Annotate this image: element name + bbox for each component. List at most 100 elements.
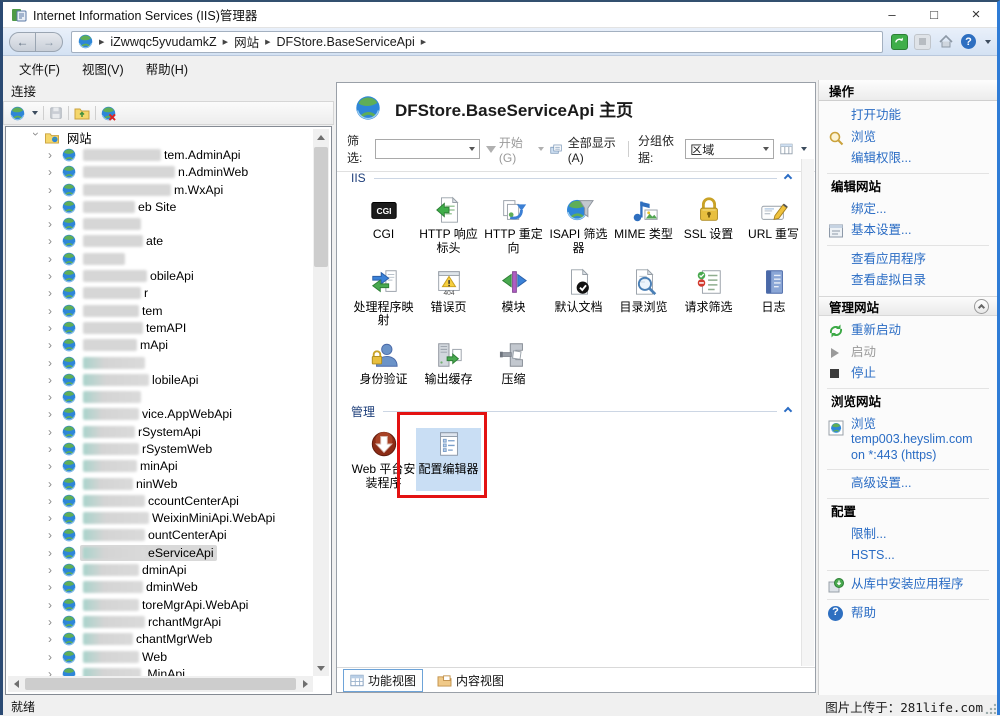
tree-site-row[interactable]: › <box>8 215 313 232</box>
expand-chevron-icon[interactable]: › <box>48 286 60 300</box>
basic-settings-link[interactable]: 基本设置... <box>819 220 997 242</box>
site-name-suffix[interactable]: rSystemWeb <box>142 442 212 456</box>
tree-site-row[interactable]: › <box>8 250 313 267</box>
expand-chevron-icon[interactable]: › <box>48 165 60 179</box>
expand-chevron-icon[interactable]: › <box>48 494 60 508</box>
tree-root-websites[interactable]: › 网站 <box>8 129 313 146</box>
feature-ssl-settings[interactable]: SSL 设置 <box>676 193 741 256</box>
tree-site-row[interactable]: › vice.AppWebApi <box>8 406 313 423</box>
site-name-suffix[interactable]: lobileApi <box>152 373 199 387</box>
tree-site-row[interactable]: › lobileApi <box>8 371 313 388</box>
delete-connection-icon[interactable] <box>101 106 116 121</box>
tree-site-row[interactable]: › temAPI <box>8 319 313 336</box>
browse-link[interactable]: 浏览 <box>819 127 997 149</box>
tree-site-row[interactable]: › rSystemWeb <box>8 440 313 457</box>
tree-site-row[interactable]: › chantMgrWeb <box>8 631 313 648</box>
tree-site-row[interactable]: › dminApi <box>8 561 313 578</box>
expand-chevron-icon[interactable]: › <box>48 252 60 266</box>
site-name-suffix[interactable]: dminWeb <box>146 580 198 594</box>
feature-modules[interactable]: 模块 <box>481 266 546 329</box>
site-name-suffix[interactable]: n.AdminWeb <box>178 165 248 179</box>
crumb-label[interactable]: 网站 <box>234 32 259 51</box>
tree-site-row[interactable]: › ninWeb <box>8 475 313 492</box>
tree-site-row[interactable]: › Web <box>8 648 313 665</box>
tree-site-row[interactable]: › toreMgrApi.WebApi <box>8 596 313 613</box>
tree-site-row[interactable]: › ate <box>8 233 313 250</box>
view-virtual-directories-link[interactable]: 查看虚拟目录 <box>819 270 997 292</box>
tree-site-row[interactable]: › obileApi <box>8 267 313 284</box>
site-name-suffix[interactable]: tem.AdminApi <box>164 148 241 162</box>
expand-chevron-icon[interactable]: › <box>48 546 60 560</box>
menu-item[interactable]: 文件(F) <box>19 59 60 78</box>
feature-mime-types[interactable]: MIME 类型 <box>611 193 676 256</box>
tree-site-row[interactable]: › mApi <box>8 337 313 354</box>
tree-site-row[interactable]: › ccountCenterApi <box>8 492 313 509</box>
show-all-icon[interactable] <box>550 143 562 156</box>
view-style-icon[interactable] <box>780 142 793 156</box>
install-from-gallery-link[interactable]: 从库中安装应用程序 <box>819 574 997 596</box>
expand-chevron-icon[interactable]: › <box>48 234 60 248</box>
feature-web-platform-installer[interactable]: Web 平台安装程序 <box>351 428 416 491</box>
view-style-dropdown-icon[interactable] <box>801 147 807 151</box>
breadcrumb-segment[interactable]: ▶ DFStore.BaseServiceApi <box>265 35 415 49</box>
feature-logging[interactable]: 日志 <box>741 266 801 329</box>
scroll-left-icon[interactable] <box>10 678 22 690</box>
site-name-suffix[interactable]: mApi <box>140 338 168 352</box>
site-name-suffix[interactable]: ninWeb <box>136 477 177 491</box>
feature-configuration-editor[interactable]: 配置编辑器 <box>416 428 481 491</box>
help-dropdown-icon[interactable] <box>985 40 991 44</box>
breadcrumb-segment[interactable]: ▶ iZwwqc5yvudamkZ <box>99 35 217 49</box>
tree-site-row[interactable]: › <box>8 388 313 405</box>
minimize-button[interactable]: – <box>871 2 913 28</box>
site-name-suffix[interactable]: Web <box>142 650 167 664</box>
tree-site-row[interactable]: › ountCenterApi <box>8 527 313 544</box>
group-by-select[interactable]: 区域 <box>685 139 774 159</box>
site-name-suffix[interactable]: eb Site <box>138 200 176 214</box>
feature-cgi[interactable]: CGI CGI <box>351 193 416 256</box>
hsts-link[interactable]: HSTS... <box>819 545 997 567</box>
expand-chevron-icon[interactable]: › <box>48 321 60 335</box>
site-name-suffix[interactable]: tem <box>142 304 163 318</box>
bindings-link[interactable]: 绑定... <box>819 199 997 221</box>
crumb-label[interactable]: DFStore.BaseServiceApi <box>276 35 414 49</box>
site-name-suffix[interactable]: ccountCenterApi <box>148 494 239 508</box>
expand-chevron-icon[interactable]: › <box>48 477 60 491</box>
site-name-suffix[interactable]: WeixinMiniApi.WebApi <box>152 511 275 525</box>
filter-input[interactable] <box>375 139 480 159</box>
feature-isapi-filters[interactable]: ISAPI 筛选器 <box>546 193 611 256</box>
expand-chevron-icon[interactable]: › <box>48 200 60 214</box>
features-scrollbar[interactable] <box>801 159 814 666</box>
home-icon[interactable] <box>937 34 954 50</box>
tree-site-row[interactable]: › rSystemApi <box>8 423 313 440</box>
edit-permissions-link[interactable]: 编辑权限... <box>819 148 997 170</box>
site-name-suffix[interactable]: toreMgrApi.WebApi <box>142 598 248 612</box>
expand-chevron-icon[interactable]: › <box>48 615 60 629</box>
expand-chevron-icon[interactable]: › <box>48 304 60 318</box>
scroll-down-icon[interactable] <box>315 662 327 674</box>
stop-link[interactable]: 停止 <box>819 363 997 385</box>
expand-chevron-icon[interactable]: › <box>48 511 60 525</box>
site-name-suffix[interactable]: eServiceApi <box>148 546 214 560</box>
feature-compression[interactable]: 压缩 <box>481 338 546 387</box>
site-name-suffix[interactable]: r <box>144 286 148 300</box>
limits-link[interactable]: 限制... <box>819 524 997 546</box>
tree-site-row[interactable]: › dminWeb <box>8 579 313 596</box>
restart-icon[interactable] <box>891 34 908 50</box>
tree-root-label[interactable]: 网站 <box>67 129 92 147</box>
tree-site-row[interactable]: › n.AdminWeb <box>8 164 313 181</box>
tree-site-row[interactable]: › rchantMgrApi <box>8 613 313 630</box>
site-name-suffix[interactable]: obileApi <box>150 269 194 283</box>
view-applications-link[interactable]: 查看应用程序 <box>819 249 997 271</box>
breadcrumb-segment[interactable]: ▶ 网站 <box>223 32 259 51</box>
tree-site-row[interactable]: › tem <box>8 302 313 319</box>
site-name-suffix[interactable]: rSystemApi <box>138 425 201 439</box>
feature-authentication[interactable]: 身份验证 <box>351 338 416 387</box>
collapse-section-icon[interactable] <box>784 174 792 182</box>
tree-site-row[interactable]: › eb Site <box>8 198 313 215</box>
expand-chevron-icon[interactable]: › <box>48 632 60 646</box>
tree-site-row[interactable]: › tem.AdminApi <box>8 146 313 163</box>
feature-url-rewrite[interactable]: URL 重写 <box>741 193 801 256</box>
crumb-label[interactable]: iZwwqc5yvudamkZ <box>110 35 216 49</box>
tab-content-view[interactable]: 内容视图 <box>431 670 510 691</box>
site-name-suffix[interactable]: ate <box>146 234 163 248</box>
